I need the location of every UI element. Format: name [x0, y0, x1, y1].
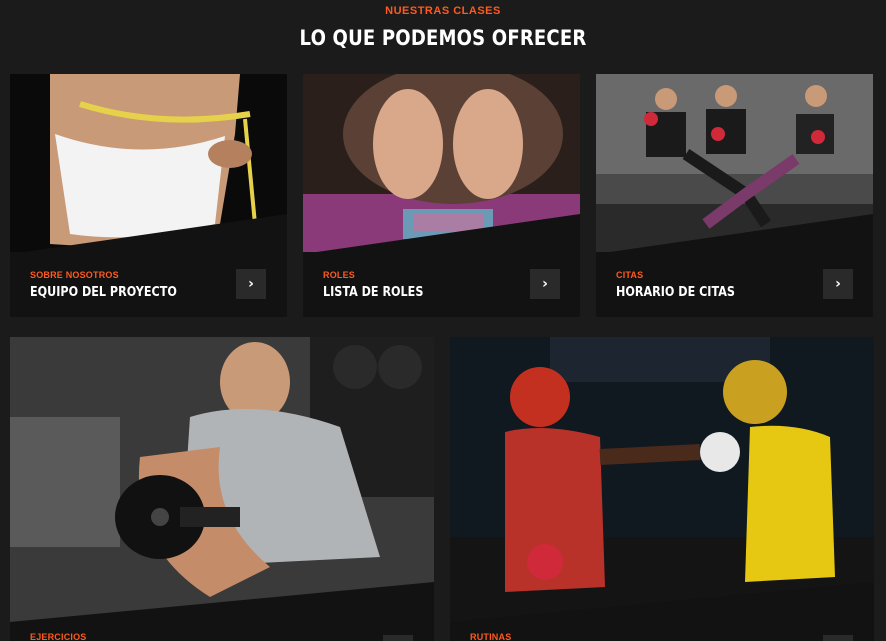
class-card-routines[interactable]: RUTINAS ›: [450, 337, 874, 641]
card-category: ROLES: [323, 270, 356, 280]
section-title: LO QUE PODEMOS OFRECER: [299, 26, 587, 50]
chevron-right-icon: ›: [542, 276, 548, 292]
classes-section: NUESTRAS CLASES LO QUE PODEMOS OFRECER S…: [0, 0, 886, 641]
card-category: SOBRE NOSOTROS: [30, 270, 119, 280]
section-eyebrow: NUESTRAS CLASES: [385, 5, 501, 17]
boxing-match-photo: [450, 337, 874, 622]
dumbbell-curl-photo: [10, 337, 434, 622]
card-arrow-button[interactable]: ›: [823, 635, 853, 641]
card-arrow-button[interactable]: ›: [236, 269, 266, 299]
card-category: EJERCICIOS: [30, 632, 87, 641]
class-card-team[interactable]: SOBRE NOSOTROS EQUIPO DEL PROYECTO ›: [10, 74, 287, 317]
class-card-exercises[interactable]: EJERCICIOS ›: [10, 337, 434, 641]
card-title[interactable]: EQUIPO DEL PROYECTO: [30, 285, 177, 300]
card-category: RUTINAS: [470, 632, 512, 641]
card-title[interactable]: LISTA DE ROLES: [323, 285, 423, 300]
card-category: CITAS: [616, 270, 644, 280]
class-card-appointments[interactable]: CITAS HORARIO DE CITAS ›: [596, 74, 873, 317]
chevron-right-icon: ›: [835, 276, 841, 292]
card-title[interactable]: HORARIO DE CITAS: [616, 285, 735, 300]
class-card-roles[interactable]: ROLES LISTA DE ROLES ›: [303, 74, 580, 317]
card-arrow-button[interactable]: ›: [530, 269, 560, 299]
card-arrow-button[interactable]: ›: [383, 635, 413, 641]
chevron-right-icon: ›: [248, 276, 254, 292]
card-arrow-button[interactable]: ›: [823, 269, 853, 299]
